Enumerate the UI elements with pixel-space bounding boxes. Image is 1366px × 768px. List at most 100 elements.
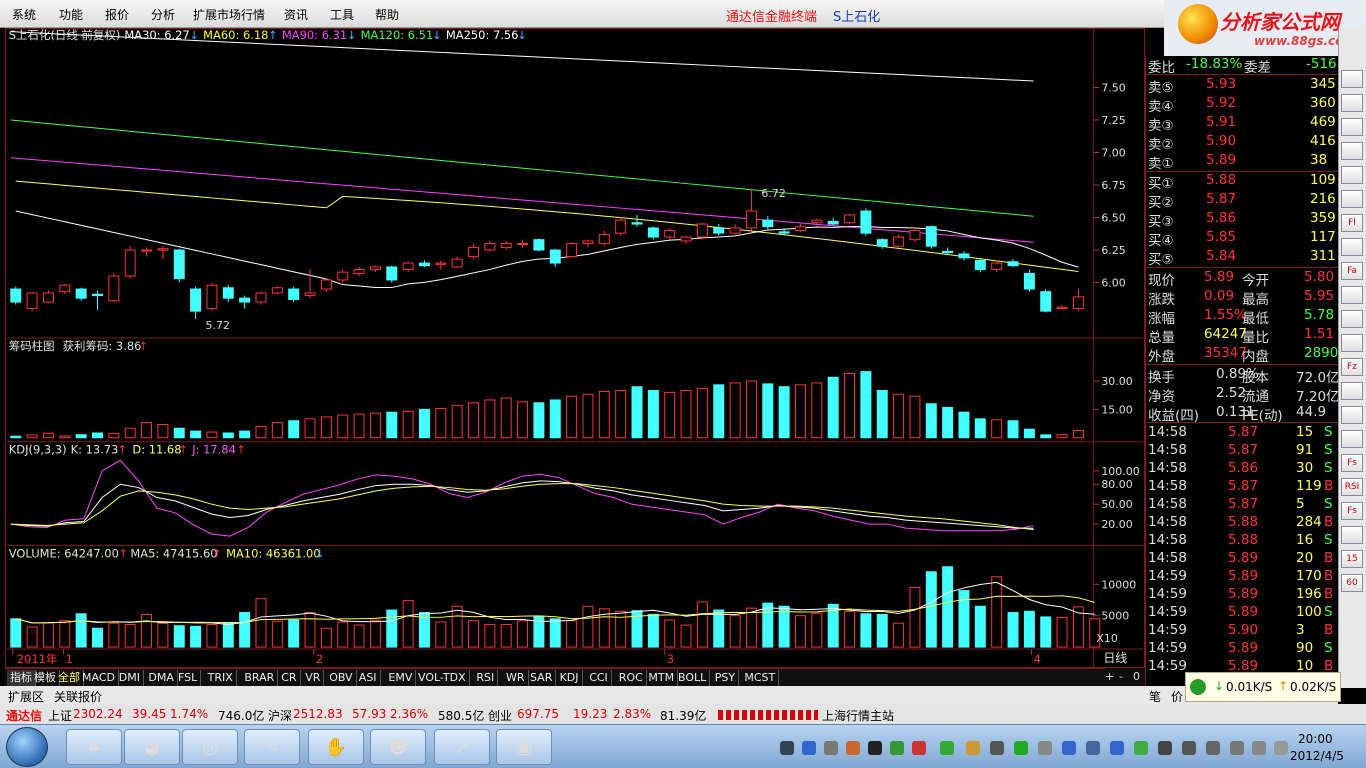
taskbar-qq-icon[interactable]: ☻ — [370, 729, 426, 765]
tab-mtm[interactable]: MTM — [645, 670, 679, 686]
toolbar-chart-icon[interactable]: Fz — [1341, 358, 1363, 376]
tab-asi[interactable]: ASI — [356, 670, 381, 686]
menu-help[interactable]: 帮助 — [375, 6, 399, 23]
toolbar-chart-icon[interactable] — [1341, 142, 1363, 160]
zoom-in-button[interactable]: + — [1105, 670, 1114, 683]
tab-price[interactable]: 价 — [1171, 688, 1183, 705]
tray-help-icon[interactable] — [802, 741, 816, 755]
toolbar-chart-icon[interactable] — [1341, 70, 1363, 88]
period-label[interactable]: 日线 — [1103, 651, 1127, 665]
tab-dma[interactable]: DMA — [145, 670, 178, 686]
tray-volume-icon[interactable] — [1182, 741, 1196, 755]
tray-app-icon[interactable] — [890, 741, 904, 755]
tray-battery-icon[interactable] — [940, 741, 954, 755]
taskbar-cards-icon[interactable]: ♠ — [66, 729, 122, 765]
toolbar-chart-icon[interactable] — [1341, 406, 1363, 424]
toolbar-chart-icon[interactable] — [1341, 430, 1363, 448]
cy-label[interactable]: 创业 — [488, 707, 512, 724]
tab-related-quote[interactable]: 关联报价 — [54, 688, 102, 705]
candle-body — [1007, 261, 1019, 267]
tab-boll[interactable]: BOLL — [675, 670, 711, 686]
tab-trix[interactable]: TRIX — [205, 670, 237, 686]
tick-volume: 30 — [1296, 460, 1314, 476]
candle-body — [468, 246, 480, 258]
tab-ticks[interactable]: 笔 — [1149, 688, 1161, 705]
toolbar-chart-icon[interactable]: Fa — [1341, 262, 1363, 280]
tray-folder-icon[interactable] — [966, 741, 980, 755]
toolbar-chart-icon[interactable]: Fl — [1341, 214, 1363, 232]
tab-mcst[interactable]: MCST — [741, 670, 780, 686]
start-button[interactable] — [6, 727, 48, 767]
taskbar-paint-icon[interactable]: ✎ — [244, 729, 300, 765]
tab-cci[interactable]: CCI — [586, 670, 612, 686]
menu-quote[interactable]: 报价 — [105, 6, 129, 23]
tab-vr[interactable]: VR — [302, 670, 325, 686]
menu-analysis[interactable]: 分析 — [151, 6, 175, 23]
tray-flag-icon[interactable] — [1230, 741, 1244, 755]
tab-fsl[interactable]: FSL — [175, 670, 202, 686]
toolbar-chart-icon[interactable] — [1341, 166, 1363, 184]
kline-chart[interactable]: S上石化(日线 前复权) MA30: 6.27 ↓ MA60: 6.18 ↑ MA90:… — [5, 28, 1145, 668]
menu-tools[interactable]: 工具 — [330, 6, 354, 23]
tab-sar[interactable]: SAR — [527, 670, 557, 686]
tab-macd[interactable]: MACD — [79, 670, 119, 686]
toolbar-chart-icon[interactable] — [1341, 310, 1363, 328]
taskbar-color-icon[interactable]: ◕ — [124, 729, 180, 765]
tray-bluetooth-icon[interactable] — [1062, 741, 1076, 755]
toolbar-chart-icon[interactable]: 60 — [1341, 574, 1363, 592]
tray-power-icon[interactable] — [1252, 741, 1266, 755]
server-station[interactable]: 上海行情主站 — [822, 707, 894, 724]
tray-settings-icon[interactable] — [1086, 741, 1100, 755]
menu-system[interactable]: 系统 — [12, 6, 36, 23]
taskbar-app-icon[interactable]: ▣ — [496, 729, 552, 765]
toolbar-chart-icon[interactable] — [1341, 382, 1363, 400]
sh-label[interactable]: 上证 — [48, 707, 72, 724]
zoom-out-button[interactable]: - — [1119, 670, 1123, 683]
tray-security-icon[interactable] — [912, 741, 926, 755]
toolbar-chart-icon[interactable] — [1341, 118, 1363, 136]
tray-keyboard-icon[interactable] — [780, 741, 794, 755]
tray-check-icon[interactable] — [1134, 741, 1148, 755]
toolbar-chart-icon[interactable] — [1341, 286, 1363, 304]
tab-dmi[interactable]: DMI — [116, 670, 145, 686]
tab-rsi[interactable]: RSI — [473, 670, 499, 686]
tray-device-icon[interactable] — [990, 741, 1004, 755]
toolbar-chart-icon[interactable]: Fs — [1341, 454, 1363, 472]
tray-browser-icon[interactable] — [846, 741, 860, 755]
tab-psy[interactable]: PSY — [712, 670, 740, 686]
tray-network-icon[interactable] — [824, 741, 838, 755]
toolbar-chart-icon[interactable]: RSI — [1341, 478, 1363, 496]
toolbar-chart-icon[interactable] — [1341, 94, 1363, 112]
toolbar-chart-icon[interactable] — [1341, 526, 1363, 544]
tray-signal-icon[interactable] — [1206, 741, 1220, 755]
tab-roc[interactable]: ROC — [616, 670, 647, 686]
toolbar-chart-icon[interactable] — [1341, 238, 1363, 256]
menu-function[interactable]: 功能 — [59, 6, 83, 23]
toolbar-chart-icon[interactable]: 15 — [1341, 550, 1363, 568]
tray-plus-icon[interactable] — [1014, 741, 1028, 755]
tray-monitor-icon[interactable] — [1158, 741, 1172, 755]
tab-wr[interactable]: WR — [503, 670, 529, 686]
tab-vol-tdx[interactable]: VOL-TDX — [415, 670, 470, 686]
tray-qq-icon[interactable] — [868, 741, 882, 755]
taskbar-handshake-icon[interactable]: ✋ — [308, 729, 364, 765]
tray-circle-icon[interactable] — [1038, 741, 1052, 755]
tab-cr[interactable]: CR — [278, 670, 301, 686]
tab-kdj[interactable]: KDJ — [557, 670, 583, 686]
menu-ext-market[interactable]: 扩展市场行情 — [193, 6, 265, 23]
tab-brar[interactable]: BRAR — [241, 670, 279, 686]
hs-label[interactable]: 沪深 — [268, 707, 292, 724]
tray-misc-icon[interactable] — [1274, 741, 1288, 755]
tab-emv[interactable]: EMV — [385, 670, 417, 686]
taskbar-browser-icon[interactable]: ◎ — [182, 729, 238, 765]
toolbar-chart-icon[interactable] — [1341, 190, 1363, 208]
chip-bar — [647, 389, 659, 439]
taskbar-stock-app-icon[interactable]: ↗ — [434, 729, 490, 765]
toolbar-chart-icon[interactable]: Fs — [1341, 502, 1363, 520]
toolbar-chart-icon[interactable] — [1341, 334, 1363, 352]
menu-news[interactable]: 资讯 — [284, 6, 308, 23]
tray-shield-icon[interactable] — [1110, 741, 1124, 755]
tab-obv[interactable]: OBV — [326, 670, 357, 686]
close-button[interactable]: 0 — [1133, 670, 1140, 683]
tab-ext-area[interactable]: 扩展区 — [8, 688, 44, 705]
